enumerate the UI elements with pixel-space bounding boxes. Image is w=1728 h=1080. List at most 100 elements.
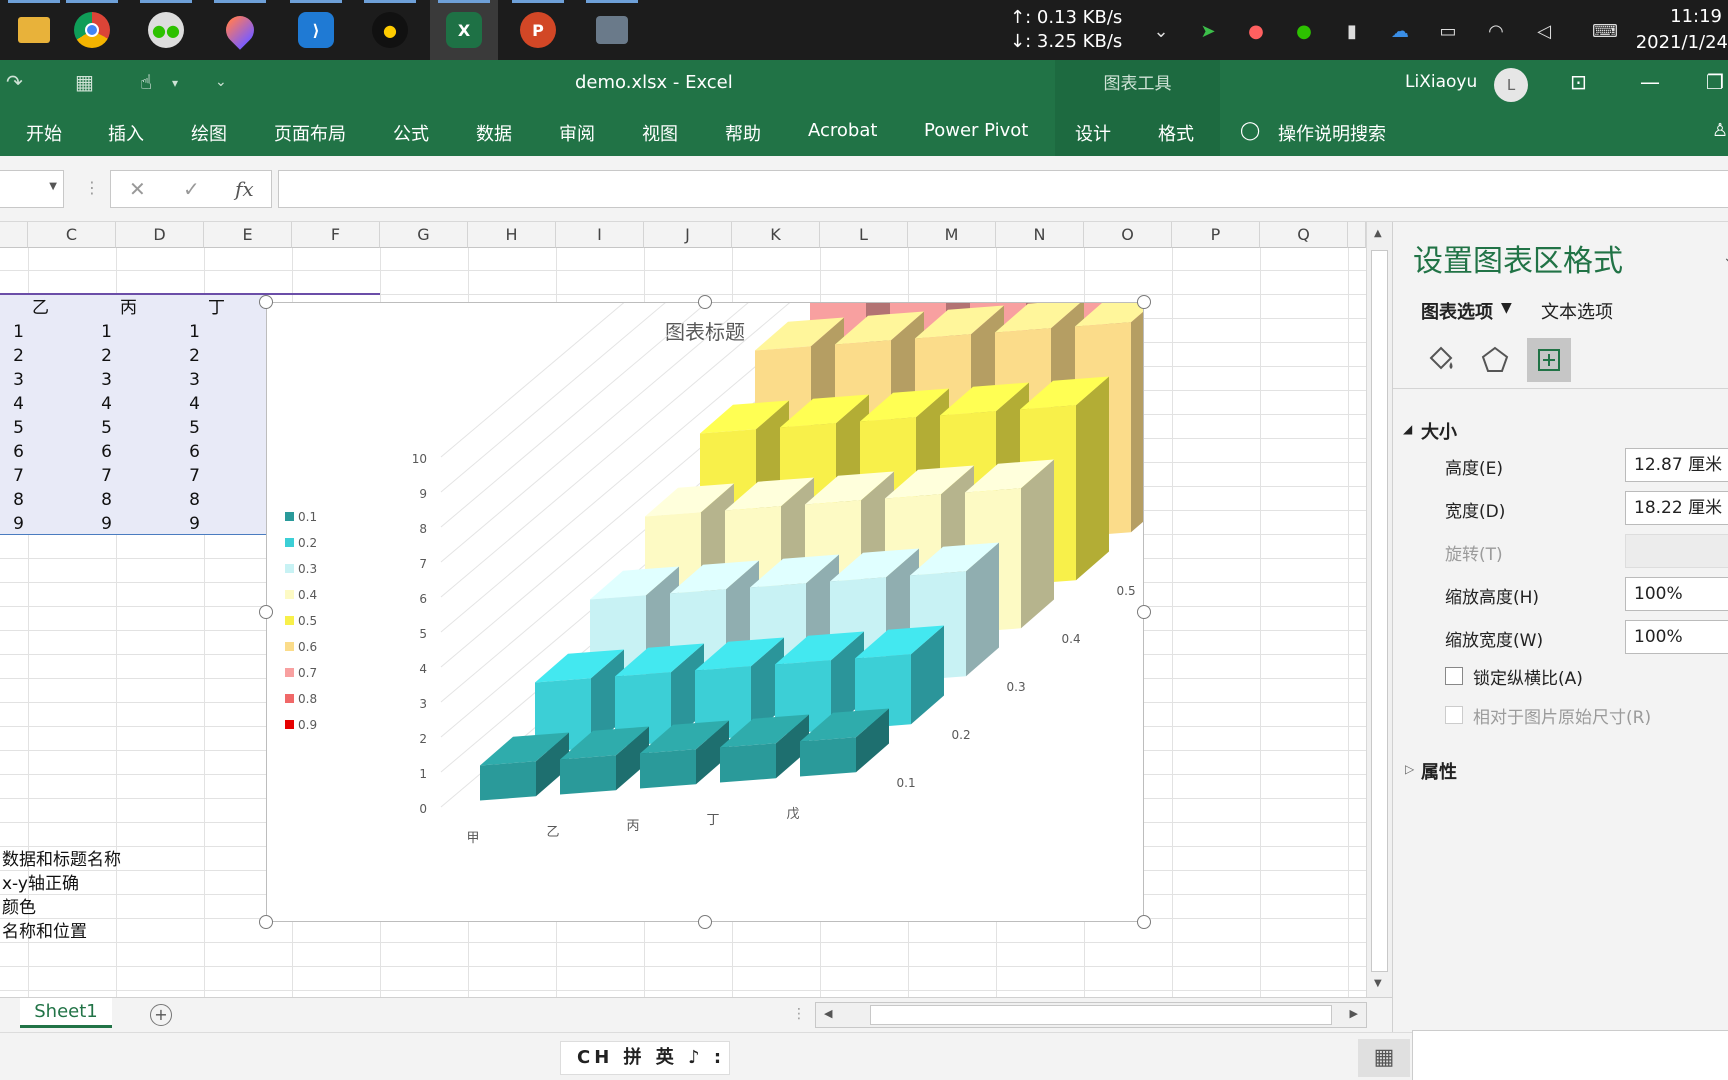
note-xy-axis[interactable]: x-y轴正确 bbox=[2, 872, 79, 896]
column-header-q[interactable]: Q bbox=[1260, 222, 1348, 248]
redo-icon[interactable]: ↷ bbox=[6, 70, 23, 94]
note-data-and-title[interactable]: 数据和标题名称 bbox=[2, 848, 121, 872]
person-icon[interactable]: ♙ bbox=[1712, 120, 1728, 141]
touch-mode-icon[interactable]: ☝ bbox=[140, 70, 152, 94]
send-arrow-icon[interactable]: ➤ bbox=[1195, 18, 1221, 44]
chart-options-dropdown-icon[interactable]: ▼ bbox=[1501, 300, 1512, 316]
data-cell[interactable]: 5 bbox=[28, 416, 116, 440]
battery-icon[interactable]: ▭ bbox=[1435, 18, 1461, 44]
chart-area[interactable]: 图表标题 0 1 2 3 4 5 6 7 8 9 10 甲 乙 丙 丁 戊 0.1 0.2 0.3 0.4 0.5 0.6 0… bbox=[266, 0, 1356, 922]
resize-handle-right[interactable] bbox=[1137, 605, 1151, 619]
column-header-j[interactable]: J bbox=[644, 222, 732, 248]
rotation-input[interactable] bbox=[1625, 534, 1728, 568]
wechat-tray-icon[interactable]: ● bbox=[1291, 18, 1317, 44]
legend-label[interactable]: 0.9 bbox=[298, 718, 317, 732]
enter-icon[interactable]: ✓ bbox=[183, 177, 200, 201]
lightbulb-icon[interactable]: ◯ bbox=[1240, 120, 1260, 141]
tab-acrobat[interactable]: Acrobat bbox=[808, 120, 877, 141]
resize-handle-left[interactable] bbox=[259, 605, 273, 619]
name-box-dropdown-icon[interactable]: ▼ bbox=[49, 181, 57, 192]
legend-swatch[interactable] bbox=[285, 564, 294, 573]
data-cell[interactable]: 4 bbox=[116, 392, 204, 416]
section-properties[interactable]: 属性 bbox=[1421, 758, 1457, 784]
legend-swatch[interactable] bbox=[285, 720, 294, 729]
taskbar-drop-app[interactable] bbox=[206, 0, 274, 60]
legend-swatch[interactable] bbox=[285, 512, 294, 521]
bar-front[interactable] bbox=[560, 755, 616, 795]
note-color[interactable]: 颜色 bbox=[2, 896, 36, 920]
vertical-scrollbar[interactable]: ▲ ▼ bbox=[1366, 222, 1392, 997]
data-cell[interactable]: 8 bbox=[28, 488, 116, 512]
taskbar-wechat[interactable]: ●● bbox=[132, 0, 200, 60]
legend-label[interactable]: 0.3 bbox=[298, 562, 317, 576]
normal-view-icon[interactable]: ▦ bbox=[1358, 1039, 1410, 1077]
drag-handle-icon[interactable]: ⋮ bbox=[84, 178, 100, 197]
keyboard-icon[interactable]: ⌨ bbox=[1585, 18, 1625, 44]
width-input[interactable]: 18.22 厘米 bbox=[1625, 491, 1728, 525]
restore-icon[interactable]: ❐ bbox=[1706, 70, 1724, 94]
bar-side[interactable] bbox=[1076, 376, 1109, 581]
scroll-down-icon[interactable]: ▼ bbox=[1374, 978, 1382, 989]
legend-label[interactable]: 0.1 bbox=[298, 510, 317, 524]
effects-icon[interactable] bbox=[1473, 338, 1517, 382]
legend-swatch[interactable] bbox=[285, 668, 294, 677]
bar-front[interactable] bbox=[720, 743, 776, 783]
note-name-position[interactable]: 名称和位置 bbox=[2, 920, 87, 944]
tab-formulas[interactable]: 公式 bbox=[393, 120, 429, 146]
horizontal-scrollbar[interactable]: ◀ ▶ bbox=[815, 1002, 1367, 1028]
relative-size-checkbox[interactable] bbox=[1445, 706, 1463, 724]
legend-swatch[interactable] bbox=[285, 590, 294, 599]
bar-front[interactable] bbox=[800, 737, 856, 777]
data-cell[interactable]: 4 bbox=[28, 392, 116, 416]
avatar[interactable]: L bbox=[1494, 68, 1528, 102]
volume-icon[interactable]: ◁ bbox=[1531, 18, 1557, 44]
ribbon-display-icon[interactable]: ⊡ bbox=[1570, 70, 1587, 94]
column-header-g[interactable]: G bbox=[380, 222, 468, 248]
resize-handle-top-right[interactable] bbox=[1137, 295, 1151, 309]
formula-input[interactable] bbox=[278, 170, 1728, 208]
data-cell[interactable]: 9 bbox=[0, 512, 28, 536]
data-cell[interactable]: 7 bbox=[28, 464, 116, 488]
taskbar-powerpoint[interactable]: P bbox=[504, 0, 572, 60]
chart-title[interactable]: 图表标题 bbox=[665, 320, 745, 344]
system-clock[interactable]: 11:19 2021/1/24 bbox=[1628, 4, 1728, 56]
pane-options-icon[interactable]: ⌄ bbox=[1723, 250, 1728, 266]
tab-view[interactable]: 视图 bbox=[642, 120, 678, 146]
function-icon[interactable]: fx bbox=[235, 177, 254, 201]
tab-data[interactable]: 数据 bbox=[476, 120, 512, 146]
bar-side[interactable] bbox=[1021, 459, 1054, 629]
tab-format[interactable]: 格式 bbox=[1158, 120, 1194, 146]
data-cell[interactable]: 8 bbox=[0, 488, 28, 512]
data-cell[interactable]: 6 bbox=[0, 440, 28, 464]
legend-label[interactable]: 0.8 bbox=[298, 692, 317, 706]
data-cell[interactable]: 1 bbox=[0, 320, 28, 344]
column-header-l[interactable]: L bbox=[820, 222, 908, 248]
resize-handle-bottom[interactable] bbox=[698, 915, 712, 929]
data-cell[interactable]: 1 bbox=[28, 320, 116, 344]
name-box[interactable]: ▼ bbox=[0, 170, 64, 208]
taskbar-chrome[interactable] bbox=[58, 0, 126, 60]
data-cell[interactable]: 8 bbox=[116, 488, 204, 512]
bar-front[interactable] bbox=[480, 761, 536, 801]
data-cell[interactable]: 6 bbox=[116, 440, 204, 464]
legend-label[interactable]: 0.2 bbox=[298, 536, 317, 550]
data-cell[interactable]: 5 bbox=[0, 416, 28, 440]
tab-page-layout[interactable]: 页面布局 bbox=[274, 120, 346, 146]
tab-help[interactable]: 帮助 bbox=[725, 120, 761, 146]
bar-side[interactable] bbox=[1131, 293, 1164, 533]
legend-label[interactable]: 0.5 bbox=[298, 614, 317, 628]
tab-design[interactable]: 设计 bbox=[1075, 120, 1111, 146]
legend-swatch[interactable] bbox=[285, 538, 294, 547]
touch-dropdown-icon[interactable]: ▾ bbox=[172, 76, 178, 90]
lock-aspect-checkbox[interactable] bbox=[1445, 667, 1463, 685]
taskbar-qq[interactable]: ● bbox=[356, 0, 424, 60]
horizontal-scroll-thumb[interactable] bbox=[870, 1005, 1332, 1025]
tell-me-search[interactable]: 操作说明搜索 bbox=[1278, 120, 1386, 146]
legend-label[interactable]: 0.7 bbox=[298, 666, 317, 680]
tab-insert[interactable]: 插入 bbox=[108, 120, 144, 146]
column-header-n[interactable]: N bbox=[996, 222, 1084, 248]
column-header-e[interactable]: E bbox=[204, 222, 292, 248]
column-header-i[interactable]: I bbox=[556, 222, 644, 248]
collapse-size-icon[interactable]: ◢ bbox=[1403, 422, 1412, 436]
legend-swatch[interactable] bbox=[285, 694, 294, 703]
